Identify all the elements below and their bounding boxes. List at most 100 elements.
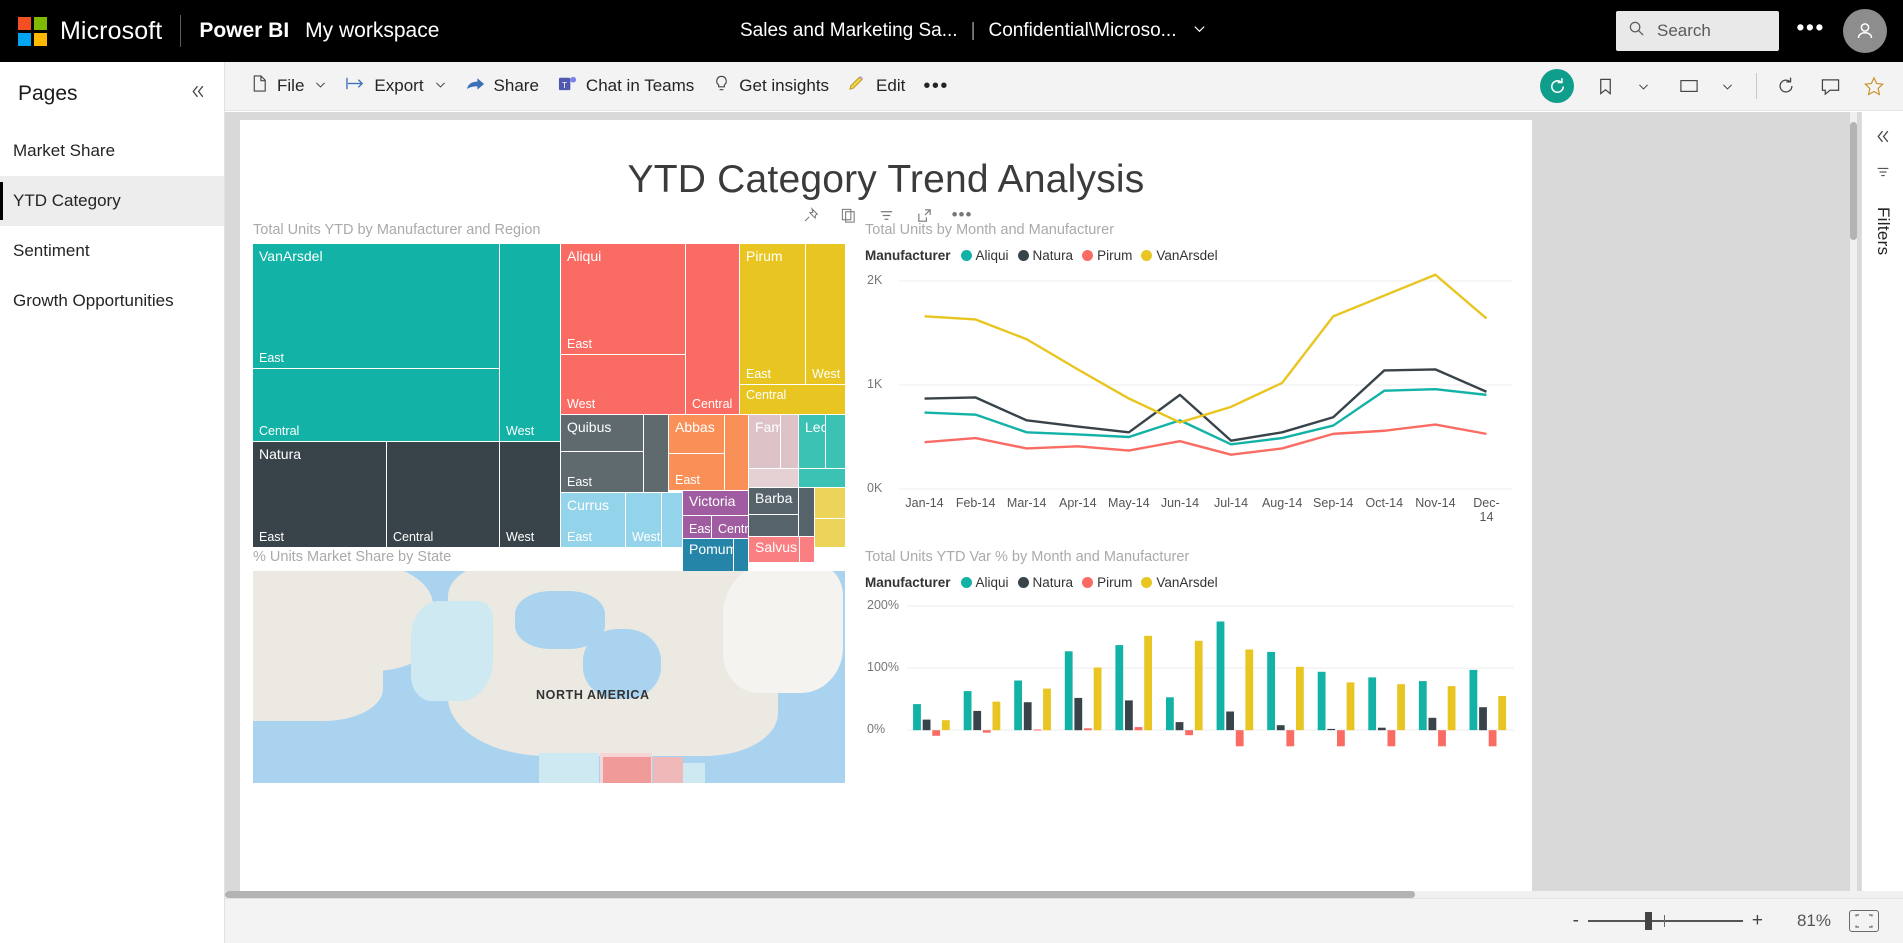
refresh-icon[interactable] (1767, 67, 1805, 105)
treemap-cell-fama-c[interactable] (749, 469, 798, 487)
treemap-cell-aliqui-central[interactable]: Central (686, 244, 739, 414)
map-plot[interactable]: NORTH AMERICA (253, 571, 845, 783)
chevron-down-icon[interactable] (434, 76, 447, 96)
view-chevron-down-icon[interactable] (1708, 67, 1746, 105)
treemap-cell-victoria[interactable]: Victoria (683, 491, 748, 515)
legend-item-natura[interactable]: Natura (1017, 575, 1073, 590)
sensitivity-label[interactable]: Confidential\Microso... (989, 20, 1177, 42)
treemap-cell-natura-east[interactable]: Natura East (253, 442, 386, 547)
filter-icon[interactable] (1875, 164, 1891, 185)
treemap-cell-currus-west[interactable]: West (626, 493, 661, 547)
search-input[interactable]: Search (1616, 11, 1779, 51)
sidebar-item-growth-opportunities[interactable]: Growth Opportunities (0, 276, 224, 326)
treemap-cell-vanarsdel-east[interactable]: VanArsdel East (253, 244, 499, 368)
treemap-cell-vanarsdel-west[interactable]: West (500, 244, 560, 441)
legend-item-vanarsdel[interactable]: VanArsdel (1141, 575, 1218, 590)
map-title: % Units Market Share by State (253, 549, 452, 565)
sidebar-item-ytd-category[interactable]: YTD Category (0, 176, 224, 226)
chevron-down-icon[interactable] (1192, 20, 1207, 42)
treemap-cell-quibus[interactable]: Quibus (561, 415, 643, 451)
map-state-washington[interactable] (539, 753, 599, 783)
legend-label: Aliqui (975, 575, 1009, 590)
legend-item-vanarsdel[interactable]: VanArsdel (1141, 248, 1218, 263)
treemap-cell-leo-c[interactable] (799, 469, 845, 487)
treemap-cell-currus-east[interactable]: Currus East (561, 493, 625, 547)
treemap-cell-barba-c[interactable] (799, 488, 814, 536)
treemap-cell-misc-b[interactable] (815, 519, 845, 547)
legend-item-aliqui[interactable]: Aliqui (960, 248, 1009, 263)
search-icon (1628, 20, 1645, 42)
get-insights-button[interactable]: Get insights (703, 68, 838, 105)
bar-chart-title: Total Units YTD Var % by Month and Manuf… (865, 549, 1190, 565)
treemap-cell-fama-b[interactable] (781, 415, 798, 468)
treemap-cell-barba-b[interactable] (749, 515, 798, 536)
sidebar-item-sentiment[interactable]: Sentiment (0, 226, 224, 276)
map-state-montana[interactable] (603, 757, 651, 783)
share-button[interactable]: Share (456, 68, 548, 105)
treemap-cell-natura-west[interactable]: West (500, 442, 560, 547)
zoom-in-button[interactable]: + (1752, 910, 1763, 932)
chevron-double-left-icon[interactable] (189, 83, 206, 105)
treemap-cell-leo-b[interactable] (826, 415, 845, 468)
map-state-minnesota[interactable] (683, 763, 705, 783)
powerbi-product-name[interactable]: Power BI (199, 19, 289, 43)
treemap-cell-fama[interactable]: Fama (749, 415, 780, 468)
treemap-cell-misc-a[interactable] (815, 488, 845, 518)
bar-chart-y-tick: 200% (867, 598, 899, 612)
hscroll-thumb[interactable] (225, 891, 1415, 898)
line-chart-visual: Total Units by Month and Manufacturer Ma… (865, 218, 1520, 524)
treemap-cell-victoria-central[interactable]: Central (712, 516, 748, 538)
topbar-more-button[interactable]: ••• (1796, 16, 1825, 39)
bookmark-chevron-down-icon[interactable] (1624, 67, 1662, 105)
treemap-cell-natura-central[interactable]: Central (387, 442, 499, 547)
workspace-name[interactable]: My workspace (305, 19, 439, 43)
export-icon (345, 74, 366, 98)
filters-pane-label[interactable]: Filters (1873, 207, 1893, 255)
treemap-cell-aliqui-west[interactable]: West (561, 355, 685, 414)
legend-item-pirum[interactable]: Pirum (1082, 248, 1132, 263)
legend-swatch (1017, 250, 1029, 261)
treemap-cell-aliqui-east[interactable]: Aliqui East (561, 244, 685, 354)
comment-icon[interactable] (1811, 67, 1849, 105)
treemap-cell-abbas-east[interactable]: East (669, 454, 724, 490)
treemap-cell-abbas[interactable]: Abbas (669, 415, 724, 453)
chat-in-teams-button[interactable]: T Chat in Teams (548, 68, 703, 105)
bar-chart-plot: 0% 100% 200% (865, 596, 1520, 781)
chevron-double-left-icon[interactable] (1874, 128, 1891, 150)
favorite-icon[interactable] (1855, 67, 1893, 105)
legend-item-aliqui[interactable]: Aliqui (960, 575, 1009, 590)
export-menu-button[interactable]: Export (336, 68, 455, 105)
map-state-dakota[interactable] (653, 757, 683, 783)
zoom-slider[interactable] (1587, 912, 1743, 930)
legend-item-natura[interactable]: Natura (1017, 248, 1073, 263)
treemap-cell-quibus-other[interactable] (644, 415, 668, 492)
reset-icon[interactable] (1540, 69, 1574, 103)
sidebar-item-market-share[interactable]: Market Share (0, 126, 224, 176)
treemap-cell-leo[interactable]: Leo (799, 415, 825, 468)
canvas-scrollbar-thumb[interactable] (1850, 122, 1857, 240)
export-label: Export (374, 76, 424, 95)
treemap-cell-pirum-east[interactable]: Pirum East (740, 244, 805, 384)
file-menu-button[interactable]: File (241, 68, 336, 105)
treemap-cell-abbas-other[interactable] (725, 415, 748, 490)
treemap-cell-victoria-east[interactable]: East (683, 516, 711, 538)
view-icon[interactable] (1670, 67, 1708, 105)
treemap-cell-pirum-west[interactable]: West (806, 244, 845, 384)
fit-to-page-icon[interactable] (1849, 910, 1879, 932)
edit-button[interactable]: Edit (838, 68, 914, 105)
treemap-cell-pirum-central[interactable]: Central (740, 385, 845, 414)
report-name-label[interactable]: Sales and Marketing Sa... (740, 20, 958, 42)
legend-item-pirum[interactable]: Pirum (1082, 575, 1132, 590)
treemap-cell-vanarsdel-central[interactable]: Central (253, 369, 499, 441)
treemap-cell-currus-other[interactable] (662, 493, 682, 547)
zoom-slider-thumb[interactable] (1644, 912, 1652, 930)
canvas-horizontal-scrollbar[interactable] (225, 891, 1903, 898)
zoom-out-button[interactable]: - (1573, 910, 1579, 932)
actionbar-overflow-button[interactable]: ••• (914, 68, 958, 105)
chevron-down-icon[interactable] (314, 76, 327, 96)
bookmark-icon[interactable] (1586, 67, 1624, 105)
user-avatar[interactable] (1843, 9, 1887, 53)
line-chart-y-tick: 1K (867, 377, 883, 391)
treemap-cell-barba[interactable]: Barba (749, 488, 798, 514)
treemap-cell-quibus-east[interactable]: East (561, 452, 643, 492)
